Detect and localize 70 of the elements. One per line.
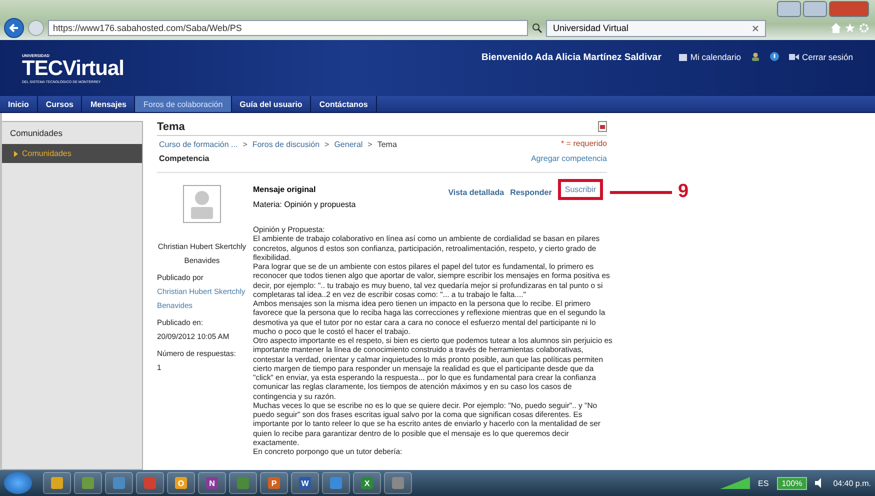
taskbar-app[interactable] (322, 472, 350, 494)
welcome-text: Bienvenido Ada Alicia Martínez Saldivar (482, 52, 662, 63)
action-link[interactable]: Suscribir (558, 179, 603, 200)
callout-line (610, 190, 672, 194)
breadcrumb-separator: > (324, 140, 330, 149)
app-icon: P (268, 477, 280, 489)
breadcrumb-separator: > (368, 140, 372, 149)
home-icon[interactable] (831, 23, 841, 33)
address-bar[interactable]: https://www176.sabahosted.com/Saba/Web/PS (48, 20, 528, 36)
battery-indicator[interactable]: 100% (776, 476, 808, 490)
required-note: * = requerido (560, 139, 607, 148)
taskbar-app[interactable] (74, 472, 102, 494)
nav-tab[interactable]: Contáctanos (311, 96, 377, 112)
action-link[interactable]: Vista detallada (448, 188, 504, 197)
app-icon: X (361, 477, 373, 489)
message-subject: Materia: Opinión y propuesta (253, 200, 356, 209)
sidebar-item[interactable]: Comunidades (2, 144, 142, 163)
start-button[interactable] (4, 472, 32, 494)
breadcrumb-link[interactable]: Curso de formación ... (159, 140, 238, 149)
header-link-label: Cerrar sesión (802, 52, 853, 62)
browser-tab[interactable]: Universidad Virtual (546, 20, 766, 36)
forward-button[interactable] (28, 20, 44, 36)
nav-tab[interactable]: Inicio (0, 96, 38, 112)
taskbar-app[interactable]: X (353, 472, 381, 494)
help-icon (770, 52, 779, 61)
taskbar-app[interactable] (43, 472, 71, 494)
breadcrumb-link[interactable]: General (334, 140, 363, 149)
breadcrumb-separator: > (242, 140, 248, 149)
page-title: Tema (157, 121, 185, 133)
maximize-button[interactable] (803, 1, 827, 17)
signal-icon (720, 477, 750, 489)
language-indicator[interactable]: ES (758, 478, 769, 488)
nav-tab[interactable]: Cursos (38, 96, 82, 112)
app-icon: W (299, 477, 311, 489)
avatar (183, 185, 221, 223)
message-heading: Mensaje original (253, 185, 317, 194)
search-icon (532, 23, 542, 33)
back-button[interactable] (4, 18, 24, 38)
current-page-label: Tema (377, 140, 397, 149)
taskbar-app[interactable] (136, 472, 164, 494)
close-icon[interactable] (752, 24, 759, 32)
minimize-button[interactable] (777, 1, 801, 17)
taskbar-app[interactable]: N (198, 472, 226, 494)
taskbar-app[interactable] (105, 472, 133, 494)
taskbar-app[interactable] (384, 472, 412, 494)
back-arrow-icon (9, 23, 19, 33)
action-link[interactable]: Responder (510, 188, 552, 197)
section-label: Competencia (158, 153, 210, 165)
header-link[interactable]: Mi calendario (679, 52, 741, 62)
taskbar-app[interactable]: P (260, 472, 288, 494)
taskbar-app[interactable]: W (291, 472, 319, 494)
triangle-icon (14, 150, 18, 156)
header-link[interactable]: Cerrar sesión (788, 52, 853, 62)
header-link-label: Mi calendario (690, 52, 741, 62)
calendar-icon (679, 53, 688, 61)
logo: TECVirtual (22, 58, 124, 80)
document-icon[interactable] (598, 121, 607, 132)
callout-number: 9 (678, 181, 689, 203)
user-icon (750, 52, 760, 61)
clock[interactable]: 04:40 p.m. (833, 478, 871, 488)
add-competence-link[interactable]: Agregar competencia (530, 154, 607, 163)
app-icon: O (175, 477, 187, 489)
settings-icon[interactable] (859, 23, 869, 33)
logout-icon (788, 53, 799, 61)
taskbar-app[interactable] (229, 472, 257, 494)
nav-tab[interactable]: Foros de colaboración (135, 96, 232, 112)
app-icon: N (206, 477, 218, 489)
breadcrumb-link[interactable]: Foros de discusión (252, 140, 320, 149)
star-icon[interactable] (845, 23, 855, 33)
nav-tab[interactable]: Guía del usuario (232, 96, 312, 112)
